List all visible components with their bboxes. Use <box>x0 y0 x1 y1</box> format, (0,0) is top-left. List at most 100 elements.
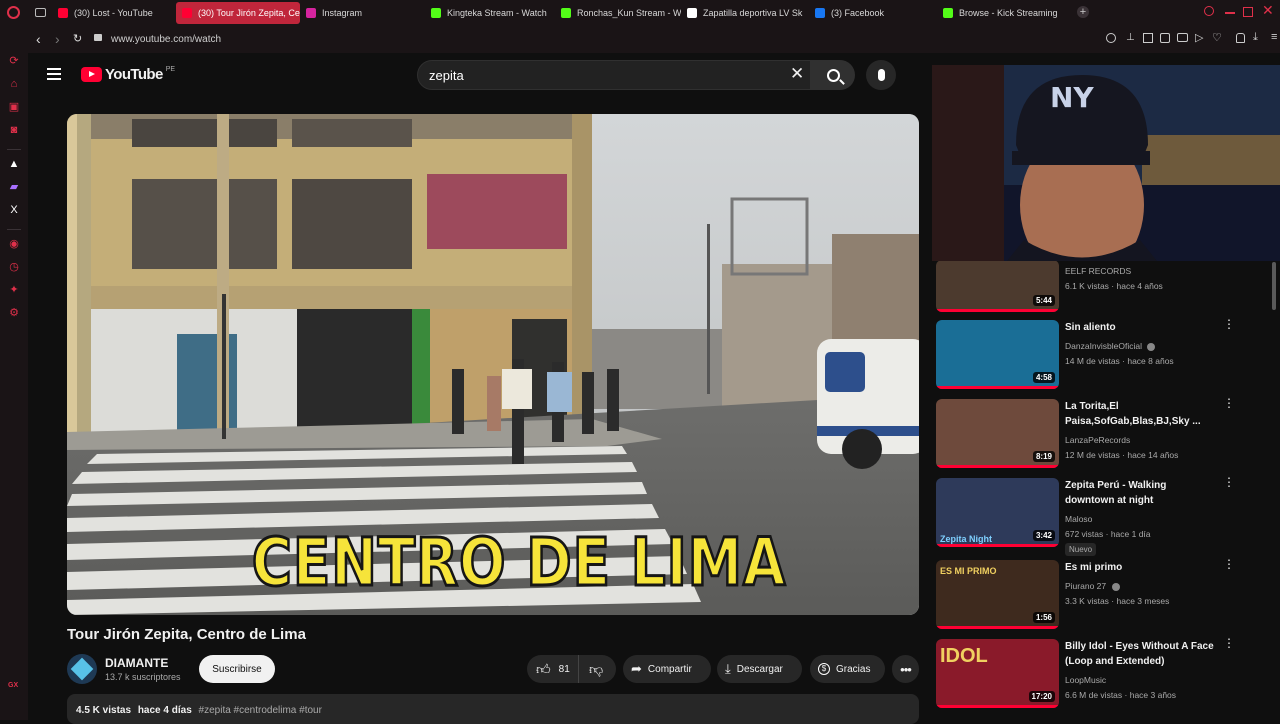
search-tabs-icon[interactable] <box>1204 6 1214 16</box>
browser-tab[interactable]: Ronchas_Kun Stream - W <box>555 2 681 24</box>
recommendation-item[interactable]: 4:58 Sin aliento DanzaInvisbleOficial 14… <box>936 318 1256 394</box>
more-vertical-icon[interactable]: ⋮ <box>1223 318 1235 330</box>
browser-tab-strip: (30) Lost - YouTube (30) Tour Jirón Zepit… <box>0 0 1280 26</box>
recommendation-title[interactable]: Billy Idol - Eyes Without A Face (Loop a… <box>1065 639 1217 669</box>
forward-icon[interactable]: › <box>55 31 60 47</box>
recommendation-title[interactable]: La Torita,El Paisa,SofGab,Blas,BJ,Sky ..… <box>1065 399 1217 429</box>
subscribe-button[interactable]: Suscribirse <box>199 655 275 683</box>
recommendation-item[interactable]: IDOL 17:20 Billy Idol - Eyes Without A F… <box>936 637 1256 713</box>
subscriber-count: 13.7 k suscriptores <box>105 672 181 682</box>
download-arrow-icon: ⤓ <box>725 661 731 676</box>
share-icon: ➦ <box>631 661 642 676</box>
reload-icon[interactable]: ↻ <box>73 32 82 45</box>
browser-sidebar: ⟳ ⌂ ▣ ◙ ▲ ▰ X ◉ ◷ ✦ ⚙ GX <box>0 26 28 720</box>
twitch-icon[interactable]: ▰ <box>8 181 20 193</box>
more-vertical-icon[interactable]: ⋮ <box>1223 476 1235 488</box>
browser-tab[interactable]: (3) Facebook <box>809 2 937 24</box>
channel-label: DanzaInvisbleOficial <box>1065 341 1143 351</box>
minimize-button[interactable] <box>1225 12 1235 14</box>
tab-islands-icon[interactable] <box>35 8 46 17</box>
scrollbar-thumb[interactable] <box>1272 262 1276 310</box>
kick-sidebar-icon[interactable]: ▲ <box>8 158 20 170</box>
video-thumbnail[interactable]: 8:19 <box>936 399 1059 468</box>
recommendation-channel[interactable]: Piurano 27 <box>1065 581 1120 591</box>
gx-cleaner-icon[interactable]: ▣ <box>8 101 20 113</box>
browser-tab[interactable]: Browse - Kick Streaming <box>937 2 1057 24</box>
thanks-button[interactable]: $ Gracias <box>810 655 885 683</box>
browser-tab[interactable]: Instagram <box>300 2 425 24</box>
browser-tab[interactable]: Zapatilla deportiva LV Sk <box>681 2 809 24</box>
player-icon[interactable]: ◉ <box>8 238 20 250</box>
voice-search-button[interactable] <box>866 60 896 90</box>
menu-icon[interactable]: ≡ <box>1271 31 1277 43</box>
recommendation-channel[interactable]: LoopMusic <box>1065 675 1106 685</box>
download-button[interactable]: ⤓ Descargar <box>717 655 802 683</box>
maximize-button[interactable] <box>1243 7 1253 17</box>
recommendation-item[interactable]: 8:19 La Torita,El Paisa,SofGab,Blas,BJ,S… <box>936 397 1256 473</box>
more-vertical-icon[interactable]: ⋮ <box>1223 397 1235 409</box>
music-player-icon[interactable]: ◙ <box>8 124 20 136</box>
settings-icon[interactable]: ⚙ <box>8 307 20 319</box>
recommendation-title[interactable]: Zepita Perú - Walking downtown at night <box>1065 478 1217 508</box>
video-thumbnail[interactable]: 4:58 <box>936 320 1059 389</box>
more-vertical-icon[interactable]: ⋮ <box>1223 558 1235 570</box>
video-thumbnail[interactable]: 5:44 <box>936 260 1059 312</box>
recommendation-meta: 12 M de vistas · hace 14 años <box>1065 450 1179 460</box>
recommendation-title[interactable]: Es mi primo <box>1065 560 1217 575</box>
browser-tab-label: Ronchas_Kun Stream - W <box>577 8 681 18</box>
browser-tab[interactable]: (30) Lost - YouTube <box>52 2 176 24</box>
search-input[interactable]: zepita ✕ <box>417 60 811 90</box>
download-icon[interactable]: ⤓ <box>1253 31 1258 44</box>
close-window-button[interactable]: ✕ <box>1262 2 1274 19</box>
lock-icon[interactable] <box>94 34 102 41</box>
gx-corner-icon[interactable]: ⌂ <box>8 78 20 90</box>
vpn-icon[interactable] <box>1160 33 1170 43</box>
video-thumbnail[interactable]: ES MI PRIMO 1:56 <box>936 560 1059 629</box>
camera-icon[interactable] <box>1177 33 1188 42</box>
search-button[interactable] <box>811 60 855 90</box>
browser-tab-label: (30) Tour Jirón Zepita, Ce <box>198 8 300 18</box>
recommendation-title[interactable]: Sin aliento <box>1065 320 1217 335</box>
browser-tab[interactable]: (30) Tour Jirón Zepita, Ce <box>176 2 300 24</box>
thanks-dollar-icon: $ <box>818 663 830 675</box>
channel-name[interactable]: DIAMANTE <box>105 656 168 670</box>
gx-control-icon[interactable]: ⟳ <box>8 55 20 67</box>
youtube-logo[interactable]: YouTube PE <box>81 66 175 83</box>
opera-logo-icon[interactable] <box>7 6 20 19</box>
video-thumbnail[interactable]: Zepita Night 3:42 <box>936 478 1059 547</box>
history-icon[interactable]: ◷ <box>8 261 20 273</box>
new-tab-button[interactable]: + <box>1077 6 1089 18</box>
recommendation-channel[interactable]: DanzaInvisbleOficial <box>1065 341 1156 351</box>
pin-icon[interactable]: ⊥ <box>1126 32 1135 43</box>
zoom-icon[interactable] <box>1106 33 1116 43</box>
back-icon[interactable]: ‹ <box>36 31 41 47</box>
clear-search-icon[interactable]: ✕ <box>790 64 804 84</box>
heart-icon[interactable]: ♡ <box>1212 31 1222 44</box>
like-dislike-group: 👍︎ 81 👎︎ <box>527 655 616 683</box>
extensions-icon[interactable]: ✦ <box>8 284 20 296</box>
more-vertical-icon[interactable]: ⋮ <box>1223 637 1235 649</box>
recommendation-item[interactable]: ES MI PRIMO 1:56 Es mi primo Piurano 27 … <box>936 558 1256 634</box>
browser-tab[interactable]: Kingteka Stream - Watch <box>425 2 555 24</box>
recommendation-channel[interactable]: Maloso <box>1065 514 1092 524</box>
kick-icon <box>431 8 441 18</box>
recommendation-channel[interactable]: LanzaPeRecords <box>1065 435 1130 445</box>
recommendation-channel[interactable]: EELF RECORDS <box>1065 266 1131 276</box>
hashtags[interactable]: #zepita #centrodelima #tour <box>199 705 322 716</box>
play-icon[interactable]: ▷ <box>1195 31 1203 44</box>
like-button[interactable]: 👍︎ 81 <box>527 655 579 683</box>
account-icon[interactable] <box>1236 33 1245 43</box>
more-actions-button[interactable]: ••• <box>892 655 919 683</box>
url-text[interactable]: www.youtube.com/watch <box>111 34 221 45</box>
x-twitter-icon[interactable]: X <box>8 204 20 216</box>
video-thumbnail[interactable]: IDOL 17:20 <box>936 639 1059 708</box>
channel-label: EELF RECORDS <box>1065 266 1132 276</box>
video-player[interactable]: CENTRO DE LIMA <box>67 114 919 615</box>
dislike-button[interactable]: 👎︎ <box>579 661 603 678</box>
recommendation-item[interactable]: Zepita Night 3:42 Zepita Perú - Walking … <box>936 476 1256 556</box>
hamburger-menu-icon[interactable] <box>47 68 61 80</box>
verified-icon <box>1147 342 1156 351</box>
snapshot-icon[interactable] <box>1143 33 1153 43</box>
share-button[interactable]: ➦ Compartir <box>623 655 711 683</box>
channel-avatar[interactable] <box>67 654 97 684</box>
